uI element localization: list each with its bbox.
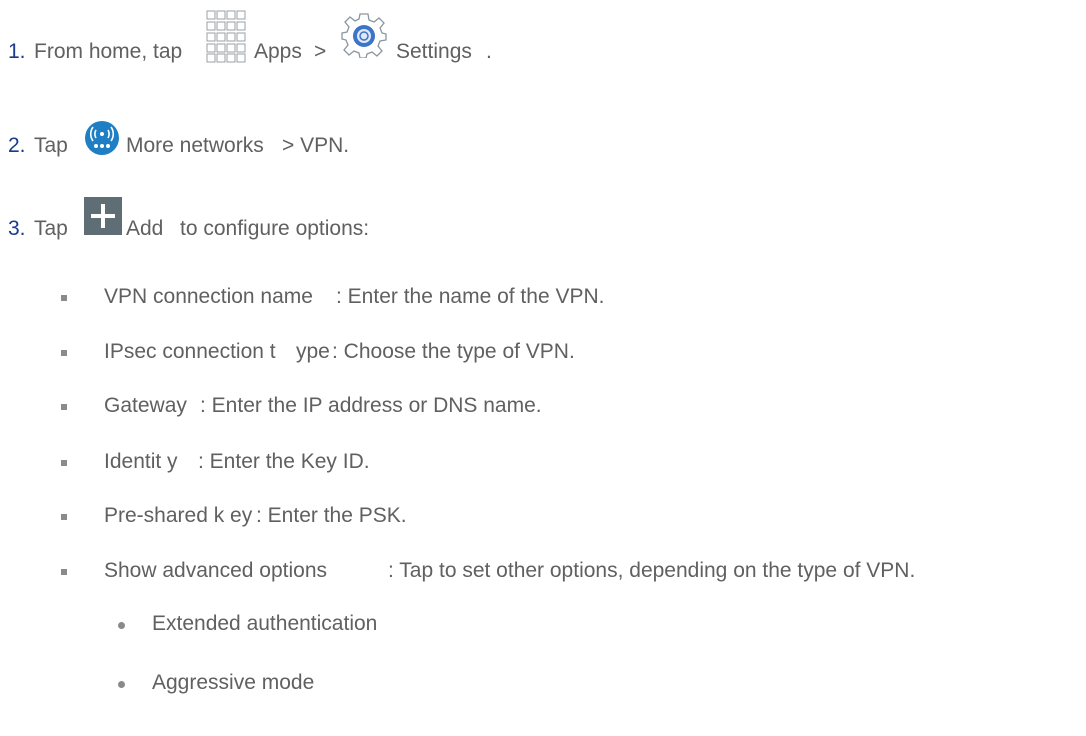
- apps-grid-icon: [206, 10, 246, 63]
- settings-label: Settings: [396, 40, 472, 63]
- option-label: ype: [296, 340, 330, 363]
- add-label: Add: [126, 217, 164, 240]
- option-desc: : Enter the PSK.: [256, 504, 407, 527]
- settings-gear-icon: [341, 13, 387, 58]
- step-number: 3.: [8, 217, 26, 240]
- apps-label: Apps: [254, 40, 302, 63]
- option-desc: : Enter the Key ID.: [198, 450, 370, 473]
- square-bullet-icon: [61, 350, 67, 356]
- separator: >: [314, 40, 327, 63]
- sub-option-label: Aggressive mode: [152, 671, 315, 694]
- option-label: Show advanced options: [104, 559, 327, 582]
- option-label: Identit y: [104, 450, 178, 473]
- vpn-label: > VPN.: [282, 134, 350, 157]
- square-bullet-icon: [61, 460, 67, 466]
- step-text: From home, tap: [34, 40, 183, 63]
- option-label: Pre-shared k ey: [104, 504, 253, 527]
- square-bullet-icon: [61, 569, 67, 575]
- step-text-suffix: to configure options:: [180, 217, 370, 240]
- step-number: 1.: [8, 40, 26, 63]
- square-bullet-icon: [61, 295, 67, 301]
- option-desc: : Tap to set other options, depending on…: [388, 559, 916, 582]
- option-desc: : Enter the IP address or DNS name.: [200, 394, 542, 417]
- option-desc: : Enter the name of the VPN.: [336, 285, 605, 308]
- step-text: Tap: [34, 217, 68, 240]
- step-text: Tap: [34, 134, 68, 157]
- round-bullet-icon: [118, 622, 125, 629]
- more-networks-label: More networks: [126, 134, 264, 157]
- step-number: 2.: [8, 134, 26, 157]
- option-label: IPsec connection t: [104, 340, 276, 363]
- more-networks-icon: [85, 121, 119, 155]
- square-bullet-icon: [61, 404, 67, 410]
- add-plus-icon: [84, 197, 122, 235]
- option-label: Gateway: [104, 394, 187, 417]
- option-label: VPN connection name: [104, 285, 313, 308]
- period: .: [486, 40, 492, 63]
- option-desc: : Choose the type of VPN.: [332, 340, 575, 363]
- square-bullet-icon: [61, 514, 67, 520]
- sub-option-label: Extended authentication: [152, 612, 378, 635]
- round-bullet-icon: [118, 681, 125, 688]
